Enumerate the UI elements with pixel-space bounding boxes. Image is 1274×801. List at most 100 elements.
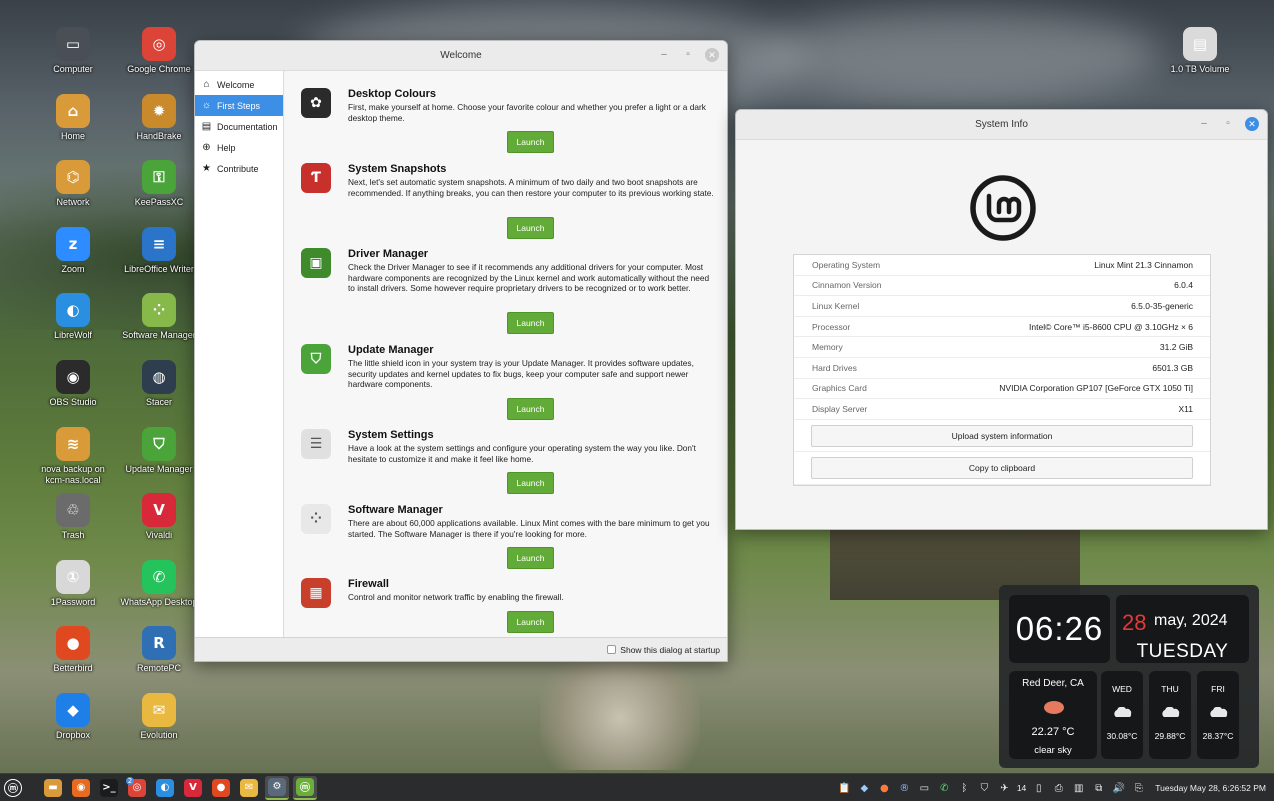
taskbar-evolution-button[interactable]: ✉ [237,776,261,800]
sidebar-item-label: Welcome [217,79,255,90]
taskbar-terminal-button[interactable]: >_ [97,776,121,800]
show-at-startup-label[interactable]: Show this dialog at startup [620,645,720,655]
desktop-icon-whatsapp-desktop[interactable]: ✆ WhatsApp Desktop [120,559,198,608]
taskbar-chrome-button[interactable]: ◎ 2 [125,776,149,800]
battery-icon[interactable]: ▯ [1031,781,1046,796]
desktop-icon-libreoffice-writer[interactable]: ≡ LibreOffice Writer [120,226,198,275]
clipboard-icon[interactable]: 📋 [837,781,852,796]
chrome-icon: ◎ [142,27,176,61]
taskbar-window-count-badge: 2 [125,776,135,785]
desktop-icon-google-chrome[interactable]: ◎ Google Chrome [120,27,198,75]
desktop-icon-trash[interactable]: ♲ Trash [34,493,112,541]
notifications-icon[interactable]: ✈ [997,781,1012,796]
launch-button[interactable]: Launch [507,397,554,420]
show-at-startup-checkbox[interactable] [607,645,617,654]
step-driver-manager: ▣ Driver Manager Check the Driver Manager … [285,248,727,334]
desktop-icon-network[interactable]: ⌬ Network [34,160,112,208]
taskbar-clock[interactable]: Tuesday May 28, 6:26:52 PM [1155,783,1266,793]
betterbird-icon: ● [212,778,230,797]
desktop-icon-update-manager[interactable]: ⛉ Update Manager [120,426,198,475]
launch-button[interactable]: Launch [507,131,554,153]
desktop-icon-label: Evolution [140,730,178,740]
desktop-icon-zoom[interactable]: z Zoom [34,226,112,275]
sidebar-item-help[interactable]: ⊕ Help [195,137,283,158]
speaker-icon[interactable]: 🔊 [1111,781,1126,796]
maximize-icon[interactable]: ▫ [1221,117,1235,131]
taskbar-betterbird-button[interactable]: ● [209,776,233,800]
desktop-icon-nova-backup-on-kcm-nas-local[interactable]: ≋ nova backup on kcm-nas.local [34,426,112,486]
volume-level[interactable]: 14 [1017,783,1026,793]
dropbox-tray-icon[interactable]: ◆ [857,781,872,796]
gear-icon: ⚙ [268,777,286,796]
desktop-icon-stacer[interactable]: ◍ Stacer [120,360,198,408]
remotepc-icon: R [142,626,176,661]
desktop-icon-home[interactable]: ⌂ Home [34,93,112,142]
bluetooth-icon[interactable]: ᛒ [957,781,972,796]
desktop-icon-obs-studio[interactable]: ◉ OBS Studio [34,360,112,408]
copy-to-clipboard-button-row: Copy to clipboard [794,452,1210,485]
taskbar-vivaldi-button[interactable]: V [181,776,205,800]
maximize-icon[interactable]: ▫ [681,48,695,62]
desktop-icon-1password[interactable]: ① 1Password [34,559,112,608]
betterbird-tray-icon[interactable]: ● [877,781,892,796]
desktop-icon-remotepc[interactable]: R RemotePC [120,626,198,674]
taskbar-librewolf-button[interactable]: ◐ [153,776,177,800]
lifebuoy-icon: ⊕ [202,142,211,153]
close-icon[interactable]: ✕ [705,48,719,62]
taskbar-firefox-button[interactable]: ◉ [69,776,93,800]
desktop-icon-vivaldi[interactable]: V Vivaldi [120,493,198,541]
info-row-processor: Processor Intel© Core™ i5-8600 CPU @ 3.10… [794,317,1210,338]
desktop-icon-software-manager[interactable]: ⁘ Software Manager [120,293,198,341]
minimize-icon[interactable]: – [657,48,671,62]
evolution-mail-icon: ✉ [240,778,258,797]
lock-file-icon[interactable]: ⎘ [1131,781,1146,796]
printer-icon[interactable]: ⎙ [1051,781,1066,796]
system-info-window-controls: – ▫ ✕ [1197,117,1259,131]
info-value: Intel© Core™ i5-8600 CPU @ 3.10GHz × 6 [1029,321,1193,332]
taskbar-files-button[interactable]: ▬ [41,776,65,800]
copy-to-clipboard-button[interactable]: Copy to clipboard [811,457,1193,479]
system-info-titlebar[interactable]: System Info – ▫ ✕ [736,110,1267,140]
desktop-icon-betterbird[interactable]: ● Betterbird [34,626,112,674]
remotepc-tray-icon[interactable]: ® [897,781,912,796]
software-manager-icon: ⁘ [142,293,176,328]
forecast-thu: THU 29.88°C [1149,671,1191,759]
system-info-title: System Info [975,119,1028,130]
widget-condition: clear sky [1034,745,1072,756]
welcome-window-controls: – ▫ ✕ [657,48,719,62]
vivaldi-icon: V [142,493,176,528]
whatsapp-tray-icon[interactable]: ✆ [937,781,952,796]
desktop-icon-dropbox[interactable]: ◆ Dropbox [34,693,112,741]
network-icon[interactable]: ⧉ [1091,781,1106,796]
desktop-icon-1-0-tb-volume[interactable]: ▤ 1.0 TB Volume [1161,27,1239,75]
taskbar-menu-button[interactable]: ⓜ [1,776,25,800]
minimize-icon[interactable]: – [1197,117,1211,131]
launch-button[interactable]: Launch [507,312,554,334]
desktop-icon-librewolf[interactable]: ◐ LibreWolf [34,293,112,341]
desktop-icon-keepassxc[interactable]: ⚿ KeePassXC [120,160,198,208]
taskbar-welcome-button[interactable]: ⓜ [293,775,317,800]
taskbar-settings-button[interactable]: ⚙ [265,775,289,800]
launch-button[interactable]: Launch [507,610,554,633]
launch-button[interactable]: Launch [507,547,554,569]
display-tray-icon[interactable]: ▭ [917,781,932,796]
sidebar-item-label: Help [217,142,236,153]
sidebar-item-documentation[interactable]: ▤ Documentation [195,116,283,137]
sidebar-item-welcome[interactable]: ⌂ Welcome [195,74,283,95]
desktop-icon-handbrake[interactable]: ✹ HandBrake [120,93,198,142]
desktop-icon-computer[interactable]: ▭ Computer [34,27,112,75]
step-title: System Snapshots [348,163,447,175]
launch-button[interactable]: Launch [507,472,554,494]
desktop-icon-evolution[interactable]: ✉ Evolution [120,693,198,741]
forecast-temp: 28.37°C [1202,731,1234,741]
sidebar-item-first-steps[interactable]: ☼ First Steps [195,95,283,116]
welcome-titlebar[interactable]: Welcome – ▫ ✕ [195,41,727,71]
update-shield-tray-icon[interactable]: ⛉ [977,781,992,796]
upload-system-info-button[interactable]: Upload system information [811,424,1193,447]
lightbulb-icon: ☼ [201,100,212,111]
launch-button[interactable]: Launch [507,216,554,239]
keyboard-icon[interactable]: ▥ [1071,781,1086,796]
widget-weekday: TUESDAY [1136,641,1229,662]
close-icon[interactable]: ✕ [1245,117,1259,131]
sidebar-item-contribute[interactable]: ★ Contribute [195,158,283,179]
